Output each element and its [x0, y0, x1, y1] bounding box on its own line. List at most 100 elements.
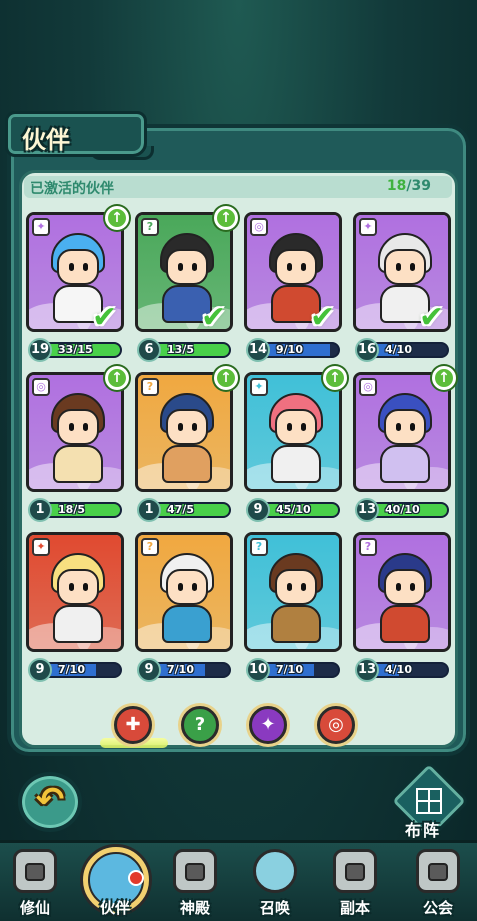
hero-eye [83, 423, 88, 431]
shard-progress-text: 13/5 [167, 343, 194, 356]
hero-face [166, 569, 208, 605]
hero-face [57, 569, 99, 605]
shard-progress-text: 7/10 [58, 663, 85, 676]
hero-outfit [380, 445, 430, 483]
upgrade-arrow-icon[interactable]: ↑ [432, 366, 456, 390]
thunder-filter-icon: ✦ [260, 714, 276, 735]
nav-item[interactable]: 修仙 [0, 845, 70, 919]
hero-eye [410, 423, 415, 431]
nav-label: 召唤 [259, 899, 290, 917]
hero-face [275, 409, 317, 445]
hero-face [384, 569, 426, 605]
partner-level-badge: 9 [137, 658, 161, 682]
element-badge-icon: ✦ [250, 378, 268, 396]
hero-outfit [162, 445, 212, 483]
partner-level-badge: 16 [355, 338, 379, 362]
partner-card[interactable]: ? [353, 532, 451, 652]
wood-filter-icon: ? [194, 714, 206, 735]
hero-face [57, 409, 99, 445]
lock-icon [25, 863, 45, 881]
shard-progress-text: 45/10 [276, 503, 311, 516]
nav-label: 伙伴 [99, 899, 130, 917]
element-badge-icon: ◎ [359, 378, 377, 396]
nav-item[interactable]: 公会 [403, 845, 473, 919]
hero-outfit [53, 605, 103, 643]
hero-eye [192, 423, 197, 431]
shard-progress-text: 4/10 [385, 343, 412, 356]
hero-outfit [271, 605, 321, 643]
partner-card[interactable]: ? [135, 532, 233, 652]
cloud-filter-button[interactable]: ◎ [317, 706, 355, 744]
partner-card[interactable]: ✦ [26, 532, 124, 652]
upgrade-arrow-icon[interactable]: ↑ [214, 206, 238, 230]
lock-icon [185, 863, 205, 881]
partner-portrait [374, 389, 436, 483]
hero-face [384, 249, 426, 285]
thunder-filter-button[interactable]: ✦ [249, 706, 287, 744]
partner-portrait [47, 389, 109, 483]
upgrade-arrow-icon[interactable]: ↑ [214, 366, 238, 390]
partner-card[interactable]: ◎ [353, 372, 451, 492]
partner-card[interactable]: ? [244, 532, 342, 652]
deployed-check-icon: ✔ [92, 300, 118, 335]
back-button[interactable]: ↶ [18, 772, 82, 832]
hero-eye [178, 583, 183, 591]
deployed-check-icon: ✔ [201, 300, 227, 335]
hero-face [57, 249, 99, 285]
hero-eye [396, 583, 401, 591]
nav-item[interactable]: 副本 [320, 845, 390, 919]
lock-icon [428, 863, 448, 881]
back-arrow-icon: ↶ [35, 780, 65, 820]
shard-progress-text: 40/10 [385, 503, 420, 516]
element-badge-icon: ? [141, 538, 159, 556]
partner-level-badge: 13 [355, 498, 379, 522]
shard-progress-text: 4/10 [385, 663, 412, 676]
partner-portrait [156, 389, 218, 483]
upgrade-arrow-icon[interactable]: ↑ [105, 206, 129, 230]
hero-eye [396, 423, 401, 431]
game-screen: { "header": {"title": "伙伴"}, "section": … [0, 0, 477, 921]
nav-label: 神殿 [179, 899, 210, 917]
all-filter-icon: ✚ [125, 714, 141, 735]
element-badge-icon: ✦ [32, 218, 50, 236]
cloud-filter-icon: ◎ [328, 714, 344, 735]
partner-card[interactable]: ◎ [26, 372, 124, 492]
upgrade-arrow-icon[interactable]: ↑ [323, 366, 347, 390]
hero-eye [192, 263, 197, 271]
partner-level-badge: 10 [246, 658, 270, 682]
partner-portrait [265, 549, 327, 643]
upgrade-arrow-icon[interactable]: ↑ [105, 366, 129, 390]
partner-level-badge: 1 [28, 498, 52, 522]
shard-progress-text: 7/10 [276, 663, 303, 676]
partner-portrait [47, 549, 109, 643]
hero-outfit [271, 445, 321, 483]
element-badge-icon: ✦ [32, 538, 50, 556]
lock-icon [345, 863, 365, 881]
hero-eye [410, 263, 415, 271]
wood-filter-button[interactable]: ? [181, 706, 219, 744]
hero-eye [287, 263, 292, 271]
hero-outfit [380, 605, 430, 643]
partner-card[interactable]: ? [135, 372, 233, 492]
section-title: 已激活的伙伴 [30, 181, 114, 197]
partner-level-badge: 6 [137, 338, 161, 362]
formation-grid-icon [416, 788, 442, 814]
shard-progress-text: 7/10 [167, 663, 194, 676]
element-badge-icon: ? [359, 538, 377, 556]
partner-card[interactable]: ✦ [244, 372, 342, 492]
total-count: 39 [411, 178, 431, 194]
hero-eye [287, 583, 292, 591]
element-badge-icon: ◎ [250, 218, 268, 236]
partner-portrait [265, 389, 327, 483]
partner-count: 18/39 [387, 178, 431, 194]
nav-item[interactable]: 召唤 [240, 845, 310, 919]
shard-progress-text: 9/10 [276, 343, 303, 356]
element-badge-icon: ✦ [359, 218, 377, 236]
nav-item[interactable]: 神殿 [160, 845, 230, 919]
hero-eye [83, 583, 88, 591]
hero-eye [410, 583, 415, 591]
partner-level-badge: 9 [28, 658, 52, 682]
all-filter-button[interactable]: ✚ [114, 706, 152, 744]
nav-item[interactable]: 伙伴 [80, 845, 150, 919]
hero-eye [301, 263, 306, 271]
